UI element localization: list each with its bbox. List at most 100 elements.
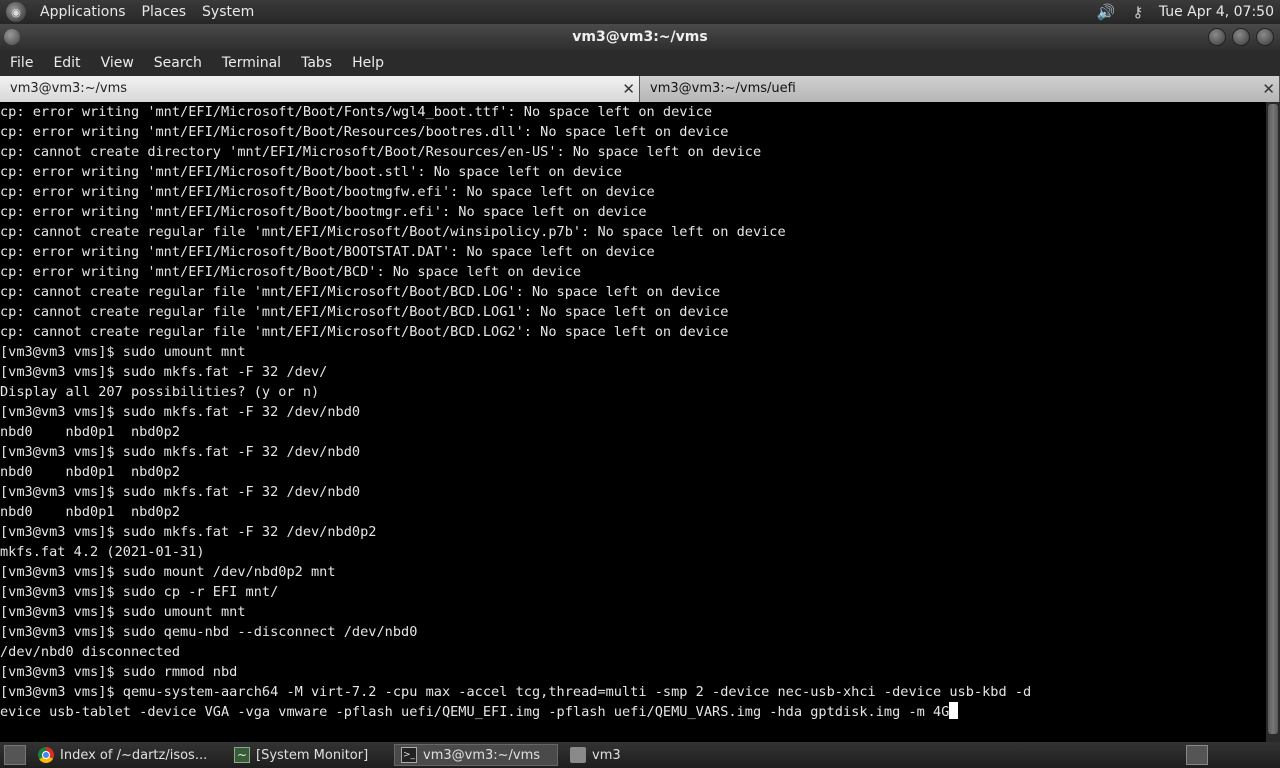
close-window-button[interactable] xyxy=(1256,28,1274,46)
menu-terminal[interactable]: Terminal xyxy=(212,50,291,76)
terminal-line: cp: error writing 'mnt/EFI/Microsoft/Boo… xyxy=(0,162,1266,182)
terminal-line-text: [vm3@vm3 vms]$ qemu-system-aarch64 -M vi… xyxy=(0,684,1032,700)
terminal-line-text: [vm3@vm3 vms]$ sudo cp -r EFI mnt/ xyxy=(0,584,279,600)
terminal-line: cp: error writing 'mnt/EFI/Microsoft/Boo… xyxy=(0,262,1266,282)
terminal-line: /dev/nbd0 disconnected xyxy=(0,642,1266,662)
menu-tabs[interactable]: Tabs xyxy=(291,50,342,76)
task-label: Index of /~dartz/isos... xyxy=(60,747,208,763)
applications-menu[interactable]: Applications xyxy=(32,0,134,24)
terminal-line-text: cp: cannot create regular file 'mnt/EFI/… xyxy=(0,324,729,340)
taskbar-item-terminal[interactable]: >_ vm3@vm3:~/vms xyxy=(394,744,558,766)
terminal-line: cp: error writing 'mnt/EFI/Microsoft/Boo… xyxy=(0,122,1266,142)
terminal-line-text: cp: error writing 'mnt/EFI/Microsoft/Boo… xyxy=(0,264,582,280)
system-menu[interactable]: System xyxy=(194,0,262,24)
close-tab-icon[interactable]: ✕ xyxy=(1262,76,1275,102)
terminal-line: cp: error writing 'mnt/EFI/Microsoft/Boo… xyxy=(0,202,1266,222)
terminal-line-text: cp: error writing 'mnt/EFI/Microsoft/Boo… xyxy=(0,124,729,140)
distro-logo-icon[interactable]: ◉ xyxy=(6,2,26,22)
terminal-line-text: cp: error writing 'mnt/EFI/Microsoft/Boo… xyxy=(0,104,713,120)
terminal-line-text: cp: cannot create regular file 'mnt/EFI/… xyxy=(0,224,786,240)
window-menu-button[interactable] xyxy=(4,29,20,45)
network-key-icon[interactable]: ⚷ xyxy=(1127,2,1149,22)
task-label: vm3@vm3:~/vms xyxy=(423,747,541,763)
terminal-line: cp: error writing 'mnt/EFI/Microsoft/Boo… xyxy=(0,242,1266,262)
terminal-line-text: nbd0 nbd0p1 nbd0p2 xyxy=(0,424,181,440)
menu-search[interactable]: Search xyxy=(144,50,212,76)
terminal-line: mkfs.fat 4.2 (2021-01-31) xyxy=(0,542,1266,562)
folder-icon xyxy=(570,747,586,763)
terminal-output[interactable]: cp: error writing 'mnt/EFI/Microsoft/Boo… xyxy=(0,102,1266,742)
terminal-line-text: nbd0 nbd0p1 nbd0p2 xyxy=(0,464,181,480)
close-tab-icon[interactable]: ✕ xyxy=(622,76,635,102)
workspace-switcher-icon[interactable] xyxy=(1186,745,1208,765)
terminal-line: cp: cannot create regular file 'mnt/EFI/… xyxy=(0,322,1266,342)
maximize-button[interactable] xyxy=(1232,28,1250,46)
menu-help[interactable]: Help xyxy=(342,50,394,76)
menu-view[interactable]: View xyxy=(91,50,144,76)
terminal-line-text: cp: error writing 'mnt/EFI/Microsoft/Boo… xyxy=(0,164,622,180)
chrome-icon xyxy=(38,747,54,763)
terminal-line: cp: error writing 'mnt/EFI/Microsoft/Boo… xyxy=(0,102,1266,122)
terminal-line: Display all 207 possibilities? (y or n) xyxy=(0,382,1266,402)
menu-edit[interactable]: Edit xyxy=(43,50,90,76)
top-panel: ◉ Applications Places System 🔊 ⚷ Tue Apr… xyxy=(0,0,1280,24)
terminal-line-text: cp: cannot create directory 'mnt/EFI/Mic… xyxy=(0,144,762,160)
menu-file[interactable]: File xyxy=(0,50,43,76)
terminal-line-text: [vm3@vm3 vms]$ sudo mkfs.fat -F 32 /dev/… xyxy=(0,524,377,540)
terminal-line: [vm3@vm3 vms]$ sudo rmmod nbd xyxy=(0,662,1266,682)
minimize-button[interactable] xyxy=(1208,28,1226,46)
terminal-line: nbd0 nbd0p1 nbd0p2 xyxy=(0,502,1266,522)
terminal-line-text: [vm3@vm3 vms]$ sudo mount /dev/nbd0p2 mn… xyxy=(0,564,336,580)
show-desktop-icon[interactable] xyxy=(4,745,26,765)
terminal-line-text: [vm3@vm3 vms]$ sudo mkfs.fat -F 32 /dev/… xyxy=(0,404,361,420)
terminal-line: [vm3@vm3 vms]$ sudo qemu-nbd --disconnec… xyxy=(0,622,1266,642)
taskbar-item-browser[interactable]: Index of /~dartz/isos... xyxy=(32,744,222,766)
tab-vms-uefi[interactable]: vm3@vm3:~/vms/uefi ✕ xyxy=(640,76,1280,102)
taskbar-item-folder[interactable]: vm3 xyxy=(564,744,724,766)
terminal-line: evice usb-tablet -device VGA -vga vmware… xyxy=(0,702,1266,722)
terminal-line: [vm3@vm3 vms]$ sudo mkfs.fat -F 32 /dev/ xyxy=(0,362,1266,382)
terminal-line: [vm3@vm3 vms]$ sudo mkfs.fat -F 32 /dev/… xyxy=(0,442,1266,462)
terminal-line: [vm3@vm3 vms]$ sudo mkfs.fat -F 32 /dev/… xyxy=(0,482,1266,502)
monitor-icon: ~ xyxy=(234,747,250,763)
terminal-line-text: cp: error writing 'mnt/EFI/Microsoft/Boo… xyxy=(0,204,647,220)
taskbar-item-system-monitor[interactable]: ~ [System Monitor] xyxy=(228,744,388,766)
terminal-line: cp: cannot create regular file 'mnt/EFI/… xyxy=(0,282,1266,302)
window-title: vm3@vm3:~/vms xyxy=(572,29,708,45)
terminal-line-text: /dev/nbd0 disconnected xyxy=(0,644,181,660)
terminal-line: [vm3@vm3 vms]$ sudo umount mnt xyxy=(0,602,1266,622)
menubar: File Edit View Search Terminal Tabs Help xyxy=(0,50,1280,76)
terminal-line: cp: cannot create directory 'mnt/EFI/Mic… xyxy=(0,142,1266,162)
text-cursor xyxy=(949,702,959,719)
task-label: vm3 xyxy=(592,747,621,763)
tab-label: vm3@vm3:~/vms xyxy=(10,81,128,96)
terminal-line: [vm3@vm3 vms]$ sudo umount mnt xyxy=(0,342,1266,362)
terminal-line-text: cp: cannot create regular file 'mnt/EFI/… xyxy=(0,304,729,320)
terminal-line-text: mkfs.fat 4.2 (2021-01-31) xyxy=(0,544,205,560)
volume-icon[interactable]: 🔊 xyxy=(1095,2,1117,22)
bottom-taskbar: Index of /~dartz/isos... ~ [System Monit… xyxy=(0,742,1280,768)
clock[interactable]: Tue Apr 4, 07:50 xyxy=(1159,4,1280,20)
terminal-line: nbd0 nbd0p1 nbd0p2 xyxy=(0,462,1266,482)
terminal-line: cp: error writing 'mnt/EFI/Microsoft/Boo… xyxy=(0,182,1266,202)
places-menu[interactable]: Places xyxy=(134,0,195,24)
terminal-line-text: nbd0 nbd0p1 nbd0p2 xyxy=(0,504,181,520)
terminal-line-text: [vm3@vm3 vms]$ sudo mkfs.fat -F 32 /dev/ xyxy=(0,364,328,380)
terminal-line: nbd0 nbd0p1 nbd0p2 xyxy=(0,422,1266,442)
scrollbar-thumb[interactable] xyxy=(1268,104,1278,734)
terminal-line-text: cp: error writing 'mnt/EFI/Microsoft/Boo… xyxy=(0,244,655,260)
tab-vms[interactable]: vm3@vm3:~/vms ✕ xyxy=(0,76,640,102)
terminal-line-text: cp: error writing 'mnt/EFI/Microsoft/Boo… xyxy=(0,184,655,200)
terminal-line-text: cp: cannot create regular file 'mnt/EFI/… xyxy=(0,284,721,300)
terminal-line: [vm3@vm3 vms]$ sudo mkfs.fat -F 32 /dev/… xyxy=(0,522,1266,542)
terminal-line: [vm3@vm3 vms]$ sudo cp -r EFI mnt/ xyxy=(0,582,1266,602)
tab-bar: vm3@vm3:~/vms ✕ vm3@vm3:~/vms/uefi ✕ xyxy=(0,76,1280,102)
terminal-line-text: [vm3@vm3 vms]$ sudo mkfs.fat -F 32 /dev/… xyxy=(0,444,361,460)
terminal-scrollbar[interactable] xyxy=(1266,102,1280,742)
terminal-line-text: [vm3@vm3 vms]$ sudo umount mnt xyxy=(0,604,246,620)
window-titlebar[interactable]: vm3@vm3:~/vms xyxy=(0,24,1280,50)
terminal-line-text: evice usb-tablet -device VGA -vga vmware… xyxy=(0,704,950,720)
terminal-line-text: [vm3@vm3 vms]$ sudo mkfs.fat -F 32 /dev/… xyxy=(0,484,361,500)
terminal-line: cp: cannot create regular file 'mnt/EFI/… xyxy=(0,302,1266,322)
terminal-line-text: [vm3@vm3 vms]$ sudo qemu-nbd --disconnec… xyxy=(0,624,418,640)
